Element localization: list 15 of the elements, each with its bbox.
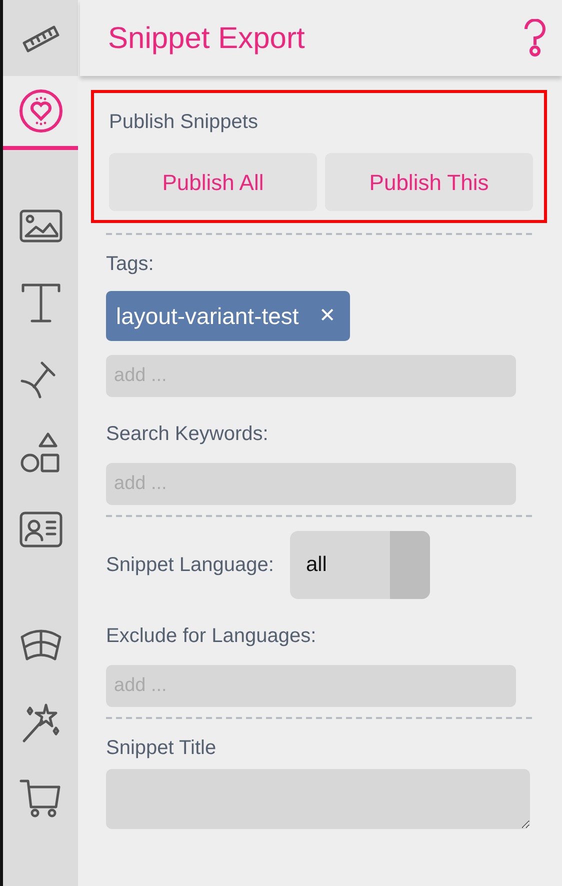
- language-dropdown[interactable]: all: [290, 531, 430, 599]
- section-title: Publish Snippets: [109, 110, 259, 135]
- remove-tag-button[interactable]: ✕: [318, 301, 336, 331]
- tag-chip: layout-variant-test ✕: [106, 291, 350, 341]
- field-label: Snippet Language:: [106, 553, 274, 578]
- field-label: Search Keywords:: [106, 422, 270, 447]
- publish-button[interactable]: Publish All: [109, 153, 317, 211]
- publish-button[interactable]: Publish This: [325, 153, 533, 211]
- sidebar-tab[interactable]: [3, 76, 78, 150]
- panel-title: Snippet Export: [108, 20, 305, 56]
- field-label: Snippet Title: [106, 736, 218, 761]
- field-label: Tags:: [106, 252, 155, 277]
- help-icon[interactable]: [522, 19, 548, 57]
- heart-badge-icon: [18, 88, 64, 134]
- field-label: Exclude for Languages:: [106, 624, 318, 649]
